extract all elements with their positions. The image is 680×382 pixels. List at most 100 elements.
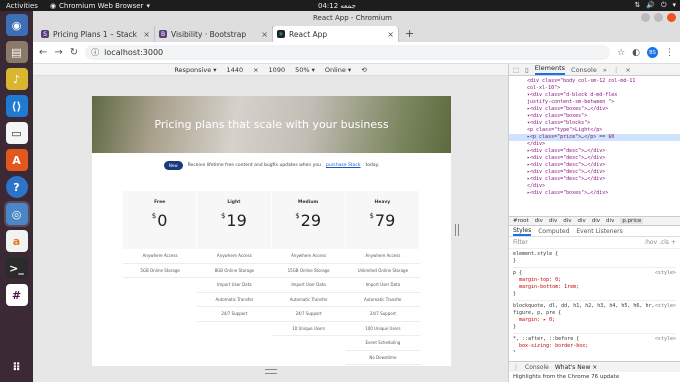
filter-input[interactable]: Filter [513, 239, 528, 246]
show-apps-icon[interactable]: ⠿ [6, 356, 28, 378]
css-rule[interactable]: <style> blockquote, dl, dd, h1, h2, h3, h… [513, 303, 676, 334]
tab-event-listeners[interactable]: Event Listeners [576, 228, 622, 235]
device-select[interactable]: Responsive ▾ [174, 66, 216, 74]
dom-node-line[interactable]: ▸<div class="desc">…</div> [509, 162, 680, 169]
chromium-active-icon[interactable]: ◎ [5, 203, 28, 225]
tab-styles[interactable]: Styles [513, 227, 532, 236]
resize-handle-bottom[interactable] [265, 369, 277, 374]
breadcrumb-item[interactable]: div [592, 218, 600, 224]
device-mode-icon[interactable]: ▯ [525, 66, 529, 74]
drawer-tab-console[interactable]: Console [525, 364, 549, 371]
dom-node-line[interactable]: ▾<div class="blocks"> [509, 120, 680, 127]
rule-property[interactable]: margin-bottom: 1rem; [513, 284, 676, 291]
tab-computed[interactable]: Computed [538, 228, 569, 235]
breadcrumb-item[interactable]: div [606, 218, 614, 224]
dom-node-line[interactable]: ▾<div class="boxes"> [509, 113, 680, 120]
rotate-icon[interactable]: ⟲ [361, 66, 366, 74]
help-icon[interactable]: ? [5, 176, 28, 198]
resize-handle-right[interactable] [455, 224, 459, 236]
styles-pane[interactable]: element.style {} <style> p {margin-top: 0;… [509, 249, 680, 352]
rhythmbox-icon[interactable]: ♪ [5, 68, 28, 90]
rule-property[interactable]: margin: ▸ 0; [513, 317, 676, 324]
close-devtools-icon[interactable]: × [625, 66, 630, 74]
address-bar[interactable]: ⓘ localhost:3000 [85, 45, 611, 60]
files-icon[interactable]: ▤ [5, 41, 28, 63]
css-rule[interactable]: <style> p {margin-top: 0; margin-bottom: 1… [513, 270, 676, 301]
breadcrumb-item[interactable]: div [577, 218, 585, 224]
menu-icon[interactable]: ⋮ [665, 48, 674, 58]
filter-tools[interactable]: :hov .cls + [644, 239, 676, 246]
dom-node-line[interactable]: ▸<div class="boxes">…</div> [509, 190, 680, 197]
slack-icon[interactable]: # [5, 284, 28, 306]
dom-node-line[interactable]: ▸<div class="desc">…</div> [509, 155, 680, 162]
width-input[interactable]: 1440 [227, 66, 244, 74]
amazon-icon[interactable]: a [5, 230, 28, 252]
back-icon[interactable]: ← [39, 47, 47, 58]
star-icon[interactable]: ☆ [617, 48, 625, 58]
css-rule[interactable]: element.style {} [513, 251, 676, 268]
new-tab-button[interactable]: + [405, 27, 414, 40]
dom-tree[interactable]: <div class="body col-sm-12 col-md-11 col-… [509, 76, 680, 216]
extension-icon[interactable]: ◐ [632, 48, 640, 58]
maximize-button[interactable] [654, 13, 663, 22]
ubuntu-software-icon[interactable]: A [5, 149, 28, 171]
purchase-link[interactable]: purchase Stack [326, 163, 361, 168]
app-menu[interactable]: ◉ Chromium Web Browser ▾ [50, 2, 150, 10]
dom-node-line[interactable]: col-xl-10"> [509, 85, 680, 92]
css-rule[interactable]: <style> *, ::after, ::before {box-sizing:… [513, 336, 676, 352]
breadcrumb-item[interactable]: p.price [620, 218, 644, 224]
dom-node-line[interactable]: ▸<div class="desc">…</div> [509, 176, 680, 183]
dom-node-line[interactable]: ▸<div class="boxes">…</div> [509, 106, 680, 113]
system-tray[interactable]: ⇅ 🔊 ⏻ ▾ [634, 1, 676, 10]
chromium-icon[interactable]: ◉ [5, 14, 28, 36]
dom-node-line[interactable]: ▸<div class="desc">…</div> [509, 169, 680, 176]
zoom-select[interactable]: 50% ▾ [295, 66, 315, 74]
close-tab-icon[interactable]: × [387, 30, 394, 39]
settings-icon[interactable]: ⋮ [613, 66, 620, 74]
tab-react-app[interactable]: ⚛ React App × [273, 26, 399, 42]
hero-banner: Pricing plans that scale with your busin… [92, 96, 451, 153]
styles-filter[interactable]: Filter :hov .cls + [509, 237, 680, 249]
dom-node-line[interactable]: <p class="type">Light</p> [509, 127, 680, 134]
avatar[interactable]: BS [647, 47, 658, 58]
rule-source[interactable]: <style> [655, 303, 676, 310]
rule-source[interactable]: <style> [655, 336, 676, 343]
libreoffice-icon[interactable]: ▭ [5, 122, 28, 144]
terminal-icon[interactable]: >_ [5, 257, 28, 279]
inspect-icon[interactable]: ⬚ [513, 66, 519, 74]
plan-feature: 24/7 Support [271, 307, 346, 322]
tab-elements[interactable]: Elements [534, 64, 566, 75]
dom-node-line[interactable]: <div class="body col-sm-12 col-md-11 [509, 78, 680, 85]
network-select[interactable]: Online ▾ [325, 66, 351, 74]
dom-node-line[interactable]: </div> [509, 141, 680, 148]
dom-node-line[interactable]: ▾<div class="d-block d-md-flex [509, 92, 680, 99]
close-button[interactable] [667, 13, 676, 22]
tab-console[interactable]: Console [571, 66, 597, 74]
breadcrumb-item[interactable]: div [549, 218, 557, 224]
close-tab-icon[interactable]: × [261, 30, 268, 39]
breadcrumb-item[interactable]: #root [513, 218, 529, 224]
height-input[interactable]: 1090 [269, 66, 286, 74]
reload-icon[interactable]: ↻ [70, 47, 78, 58]
tab-pricing-plans[interactable]: S Pricing Plans 1 – Stack W × [37, 26, 155, 42]
forward-icon[interactable]: → [54, 47, 62, 58]
rule-property[interactable]: margin-top: 0; [513, 277, 676, 284]
rule-source[interactable]: <style> [655, 270, 676, 277]
info-icon[interactable]: ⓘ [91, 47, 99, 58]
drawer-menu-icon[interactable]: ⋮ [513, 364, 519, 371]
rule-property[interactable]: box-sizing: border-box; [513, 343, 676, 350]
more-tabs-icon[interactable]: » [603, 66, 607, 74]
dom-node-line[interactable]: justify-content-sm-between "> [509, 99, 680, 106]
vscode-icon[interactable]: ⟨⟩ [5, 95, 28, 117]
close-tab-icon[interactable]: × [143, 30, 150, 39]
clock[interactable]: 04:12 جمعه [318, 2, 356, 10]
breadcrumb-item[interactable]: div [563, 218, 571, 224]
tab-visibility-bootstrap[interactable]: B Visibility · Bootstrap × [155, 26, 273, 42]
dom-node-line[interactable]: ▸<div class="desc">…</div> [509, 148, 680, 155]
drawer-tab-whats-new[interactable]: What's New × [555, 364, 597, 371]
breadcrumb-item[interactable]: div [535, 218, 543, 224]
dom-node-line[interactable]: ▸<p class="price">…</p> == $0 [509, 134, 680, 141]
activities-button[interactable]: Activities [6, 2, 38, 10]
dom-node-line[interactable]: </div> [509, 183, 680, 190]
minimize-button[interactable] [641, 13, 650, 22]
